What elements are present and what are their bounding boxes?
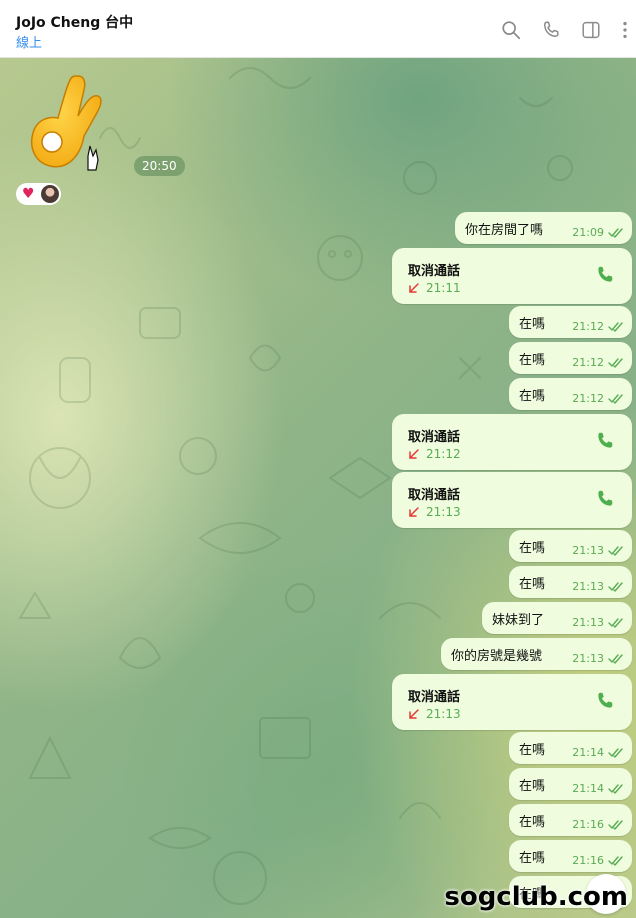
call-back-phone-icon[interactable]: [594, 690, 616, 712]
message-meta: 21:14: [572, 782, 624, 795]
sidebar-icon[interactable]: [580, 19, 602, 41]
double-check-icon: [608, 357, 623, 368]
message-text: 在嗎: [519, 317, 546, 332]
call-back-phone-icon[interactable]: [594, 264, 616, 286]
double-check-icon: [608, 581, 623, 592]
message-text: 在嗎: [519, 779, 546, 794]
avatar: [41, 185, 59, 203]
message-bubble[interactable]: 你在房間了嗎 21:09: [455, 212, 632, 244]
message-bubble[interactable]: 在嗎 21:16: [509, 804, 632, 836]
call-time: 21:11: [426, 281, 461, 295]
call-back-phone-icon[interactable]: [594, 430, 616, 452]
message-meta: 21:13: [572, 616, 624, 629]
cancelled-call-bubble[interactable]: 取消通話 21:12: [392, 414, 632, 470]
message-time: 21:13: [572, 616, 604, 629]
message-meta: 21:12: [572, 392, 624, 405]
phone-icon[interactable]: [540, 19, 562, 41]
message-meta: 21:16: [572, 818, 624, 831]
missed-call-arrow-icon: [409, 283, 419, 293]
cancelled-call-bubble[interactable]: 取消通話 21:13: [392, 472, 632, 528]
double-check-icon: [608, 227, 623, 238]
double-check-icon: [608, 653, 623, 664]
call-status-label: 取消通話: [408, 690, 461, 705]
message-time: 21:12: [572, 356, 604, 369]
message-meta: 21:13: [572, 580, 624, 593]
call-time: 21:12: [426, 447, 461, 461]
double-check-icon: [608, 617, 623, 628]
double-check-icon: [608, 819, 623, 830]
double-check-icon: [608, 855, 623, 866]
message-meta: 21:12: [572, 320, 624, 333]
call-info-line: 21:13: [408, 505, 461, 519]
message-meta: 21:09: [572, 226, 624, 239]
message-time: 21:14: [572, 746, 604, 759]
message-text: 在嗎: [519, 743, 546, 758]
double-check-icon: [608, 321, 623, 332]
cancelled-call-bubble[interactable]: 取消通話 21:11: [392, 248, 632, 304]
search-icon[interactable]: [500, 19, 522, 41]
missed-call-arrow-icon: [409, 709, 419, 719]
message-bubble[interactable]: 在嗎 21:13: [509, 530, 632, 562]
message-time: 21:14: [572, 782, 604, 795]
message-time: 21:13: [572, 580, 604, 593]
more-vertical-icon[interactable]: [614, 19, 636, 41]
message-text: 在嗎: [519, 577, 546, 592]
message-time: 21:12: [572, 392, 604, 405]
message-time: 21:16: [572, 818, 604, 831]
heart-icon: ♥: [22, 186, 35, 202]
missed-call-arrow-icon: [409, 449, 419, 459]
message-time: 21:13: [572, 544, 604, 557]
message-text: 在嗎: [519, 815, 546, 830]
reaction-badge[interactable]: ♥: [16, 183, 61, 205]
message-meta: 21:16: [572, 854, 624, 867]
message-text: 你在房間了嗎: [465, 223, 544, 238]
double-check-icon: [608, 393, 623, 404]
call-status-label: 取消通話: [408, 488, 461, 503]
chat-header: JoJo Cheng 台中 線上: [0, 0, 636, 58]
message-bubble[interactable]: 在嗎 21:16: [509, 840, 632, 872]
watermark-text: sogclub.com: [444, 882, 628, 912]
missed-call-arrow-icon: [409, 507, 419, 517]
call-status-label: 取消通話: [408, 430, 461, 445]
message-time: 21:09: [572, 226, 604, 239]
double-check-icon: [608, 747, 623, 758]
message-text: 在嗎: [519, 541, 546, 556]
chat-title[interactable]: JoJo Cheng 台中: [16, 12, 133, 32]
call-info-line: 21:13: [408, 707, 461, 721]
call-time: 21:13: [426, 707, 461, 721]
call-time: 21:13: [426, 505, 461, 519]
call-back-phone-icon[interactable]: [594, 488, 616, 510]
call-status-label: 取消通話: [408, 264, 461, 279]
chat-area[interactable]: 20:50 ♥ 你在房間了嗎 21:09 取消通話 21:11 在嗎 21:12 在嗎 21:…: [0, 58, 636, 918]
message-bubble[interactable]: 在嗎 21:13: [509, 566, 632, 598]
cancelled-call-bubble[interactable]: 取消通話 21:13: [392, 674, 632, 730]
ok-hand-sticker[interactable]: [30, 70, 110, 178]
double-check-icon: [608, 545, 623, 556]
message-bubble[interactable]: 你的房號是幾號 21:13: [441, 638, 632, 670]
message-text: 在嗎: [519, 353, 546, 368]
message-meta: 21:13: [572, 544, 624, 557]
double-check-icon: [608, 783, 623, 794]
call-info-line: 21:11: [408, 281, 461, 295]
message-bubble[interactable]: 在嗎 21:12: [509, 306, 632, 338]
message-bubble[interactable]: 在嗎 21:14: [509, 732, 632, 764]
message-bubble[interactable]: 妹妹到了 21:13: [482, 602, 632, 634]
message-text: 妹妹到了: [492, 613, 545, 628]
message-meta: 21:13: [572, 652, 624, 665]
online-status: 線上: [16, 36, 43, 51]
message-time: 21:13: [572, 652, 604, 665]
call-info-line: 21:12: [408, 447, 461, 461]
message-text: 你的房號是幾號: [451, 649, 543, 664]
message-text: 在嗎: [519, 851, 546, 866]
message-bubble[interactable]: 在嗎 21:12: [509, 378, 632, 410]
message-time: 21:12: [572, 320, 604, 333]
message-bubble[interactable]: 在嗎 21:14: [509, 768, 632, 800]
message-meta: 21:14: [572, 746, 624, 759]
message-time: 21:16: [572, 854, 604, 867]
message-text: 在嗎: [519, 389, 546, 404]
message-meta: 21:12: [572, 356, 624, 369]
message-bubble[interactable]: 在嗎 21:12: [509, 342, 632, 374]
sticker-time: 20:50: [134, 156, 185, 176]
